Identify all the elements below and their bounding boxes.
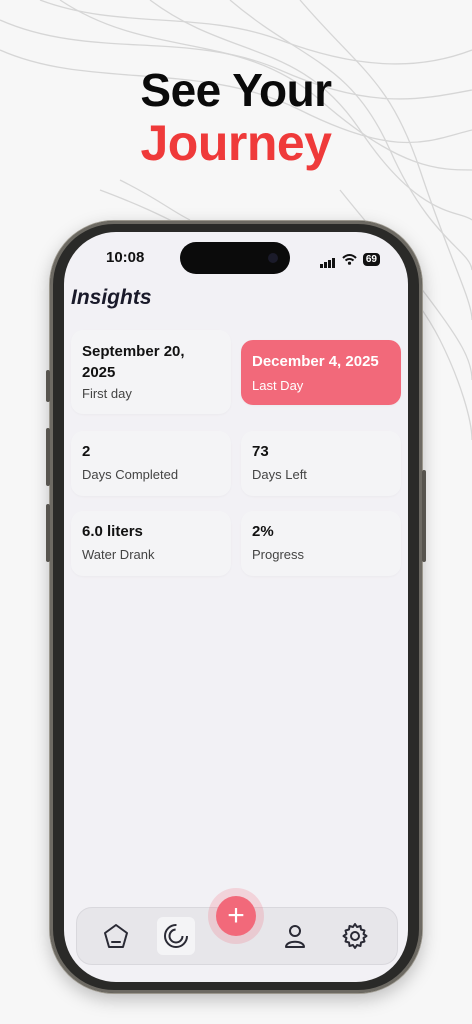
wifi-icon	[342, 253, 357, 265]
hero-line-1: See Your	[140, 64, 332, 116]
tab-profile[interactable]	[276, 917, 314, 955]
stat-card-days-left: 73 Days Left	[241, 431, 401, 496]
status-time: 10:08	[106, 249, 145, 266]
phone-power-button	[422, 470, 426, 562]
status-icons: 69	[319, 250, 380, 268]
stat-card-first-day: September 20, 2025 First day	[71, 330, 231, 414]
tab-home[interactable]	[97, 917, 135, 955]
camera-icon	[268, 253, 278, 263]
settings-icon	[342, 923, 368, 949]
stat-label: Water Drank	[82, 547, 155, 562]
stat-value: 73	[252, 443, 269, 460]
phone-volume-up	[46, 428, 50, 486]
stat-value: 2	[82, 443, 91, 460]
stat-card-days-completed: 2 Days Completed	[71, 431, 231, 496]
dynamic-island	[180, 242, 290, 274]
phone-action-button	[46, 370, 50, 402]
stat-value: 2%	[252, 523, 274, 540]
stat-card-progress: 2% Progress	[241, 511, 401, 576]
add-icon: +	[227, 899, 245, 932]
stat-value: 6.0 liters	[82, 523, 143, 540]
stat-label: Progress	[252, 547, 305, 562]
add-button[interactable]: +	[216, 896, 256, 936]
signal-icon	[319, 250, 336, 268]
stat-label: Last Day	[252, 378, 304, 393]
stat-card-water-drank: 6.0 liters Water Drank	[71, 511, 231, 576]
page-title: Insights	[71, 286, 152, 309]
hero-heading: See Your Journey	[0, 64, 472, 171]
stat-value: September 20, 2025	[82, 343, 185, 381]
hero-line-2: Journey	[140, 114, 332, 171]
tab-progress[interactable]	[157, 917, 195, 955]
stat-card-last-day: December 4, 2025 Last Day	[241, 340, 401, 405]
stat-label: Days Left	[252, 467, 307, 482]
stat-label: Days Completed	[82, 467, 179, 482]
stat-value: December 4, 2025	[252, 353, 379, 370]
phone-volume-down	[46, 504, 50, 562]
tab-settings[interactable]	[336, 917, 374, 955]
profile-icon	[285, 925, 305, 948]
phone-screen: 10:08 69 Insights September 20, 2025 Fir…	[64, 232, 408, 982]
battery-icon: 69	[362, 252, 380, 266]
progress-ring-icon	[164, 924, 188, 948]
stat-label: First day	[82, 386, 132, 401]
home-icon	[104, 924, 128, 948]
